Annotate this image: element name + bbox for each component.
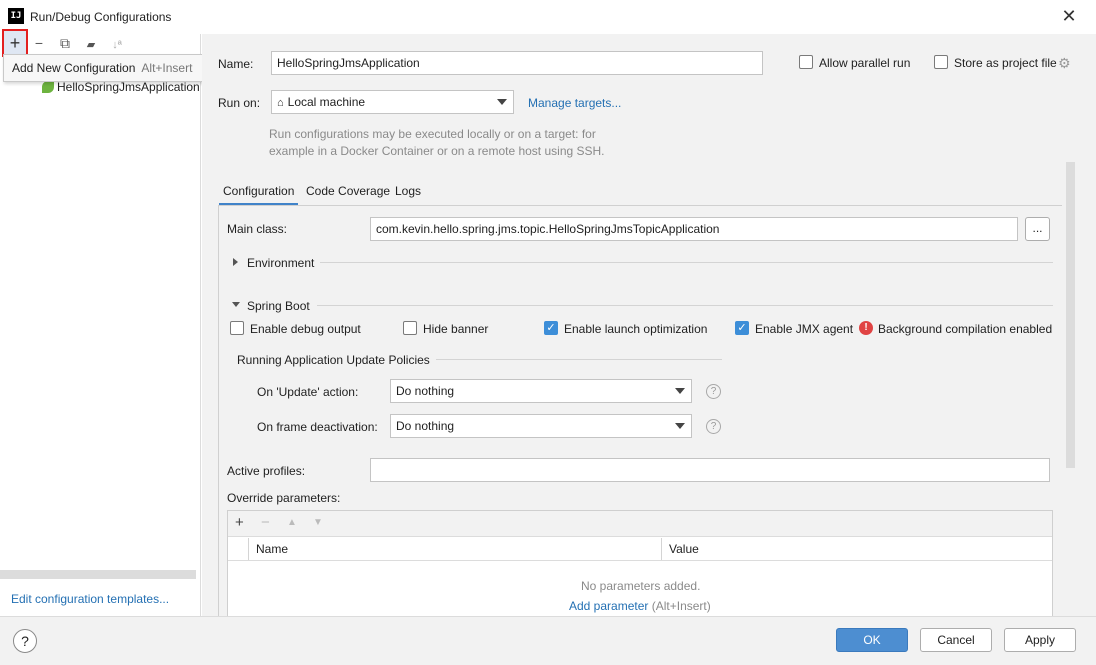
tab-logs[interactable]: Logs <box>395 184 421 198</box>
copy-configuration-button[interactable]: ⧉ <box>54 33 76 53</box>
sort-icon: ↓ª <box>112 39 122 51</box>
remove-configuration-button[interactable]: − <box>28 33 50 53</box>
enable-debug-output-label: Enable debug output <box>250 322 361 336</box>
environment-divider <box>320 262 1053 263</box>
chevron-down-icon <box>675 388 685 394</box>
chevron-down-icon <box>497 99 507 105</box>
background-compilation-label: Background compilation enabled <box>878 322 1053 336</box>
enable-debug-output-checkbox[interactable] <box>230 321 244 335</box>
store-as-project-file-checkbox[interactable] <box>934 55 948 69</box>
error-icon: ! <box>859 321 873 335</box>
no-parameters-text: No parameters added. <box>581 579 701 593</box>
minus-icon: − <box>34 35 44 51</box>
tab-code-coverage[interactable]: Code Coverage <box>306 184 390 198</box>
on-frame-deactivation-select[interactable]: Do nothing <box>390 414 692 438</box>
environment-section-label[interactable]: Environment <box>247 256 314 270</box>
add-configuration-button[interactable]: + <box>2 29 28 57</box>
run-on-value: Local machine <box>287 95 366 109</box>
on-update-action-value: Do nothing <box>396 384 455 398</box>
on-update-action-select[interactable]: Do nothing <box>390 379 692 403</box>
active-profiles-label: Active profiles: <box>227 464 306 478</box>
close-icon[interactable]: ✕ <box>1058 6 1080 28</box>
name-field[interactable]: HelloSpringJmsApplication <box>271 51 763 75</box>
help-button[interactable]: ? <box>13 629 37 653</box>
column-divider <box>248 538 249 560</box>
manage-targets-link[interactable]: Manage targets... <box>528 96 621 110</box>
home-icon: ⌂ <box>277 97 284 109</box>
move-down-button[interactable]: ▼ <box>313 517 323 528</box>
parameters-toolbar <box>228 511 1052 537</box>
expand-environment-icon[interactable] <box>233 258 238 266</box>
left-horizontal-scrollbar[interactable] <box>0 570 196 579</box>
apply-button[interactable]: Apply <box>1004 628 1076 652</box>
move-into-folder-button[interactable]: ▰ <box>80 33 102 53</box>
main-class-field[interactable]: com.kevin.hello.spring.jms.topic.HelloSp… <box>370 217 1018 241</box>
enable-launch-optimization-checkbox[interactable]: ✓ <box>544 321 558 335</box>
enable-jmx-agent-label: Enable JMX agent <box>755 322 854 336</box>
spring-boot-section-label[interactable]: Spring Boot <box>247 299 310 313</box>
active-profiles-field[interactable] <box>370 458 1050 482</box>
column-header-value[interactable]: Value <box>669 542 699 556</box>
copy-icon: ⧉ <box>60 35 70 51</box>
help-icon[interactable]: ? <box>706 384 721 399</box>
override-parameters-label: Override parameters: <box>227 491 341 505</box>
tab-configuration[interactable]: Configuration <box>219 184 299 206</box>
run-on-select[interactable]: ⌂ Local machine <box>271 90 514 114</box>
move-up-button[interactable]: ▲ <box>287 517 297 528</box>
browse-main-class-button[interactable]: ... <box>1025 217 1050 241</box>
on-frame-deactivation-value: Do nothing <box>396 419 455 433</box>
add-parameter-shortcut: (Alt+Insert) <box>651 599 711 613</box>
hide-banner-label: Hide banner <box>423 322 489 336</box>
spring-boot-icon <box>42 81 54 93</box>
folder-icon: ▰ <box>86 39 96 51</box>
hide-banner-checkbox[interactable] <box>403 321 417 335</box>
add-parameter-link[interactable]: Add parameter <box>569 599 648 613</box>
enable-jmx-agent-checkbox[interactable]: ✓ <box>735 321 749 335</box>
column-divider <box>661 538 662 560</box>
gear-icon[interactable]: ⚙ <box>1058 55 1071 72</box>
ok-button[interactable]: OK <box>836 628 908 652</box>
spring-boot-divider <box>317 305 1053 306</box>
allow-parallel-run-checkbox[interactable] <box>799 55 813 69</box>
cancel-button[interactable]: Cancel <box>920 628 992 652</box>
name-label: Name: <box>218 57 254 71</box>
column-header-name[interactable]: Name <box>256 542 288 556</box>
add-configuration-tooltip: Add New Configuration Alt+Insert <box>3 54 207 82</box>
tooltip-shortcut: Alt+Insert <box>141 61 193 75</box>
vertical-scrollbar[interactable] <box>1066 162 1075 468</box>
enable-launch-optimization-label: Enable launch optimization <box>564 322 708 336</box>
add-parameter-button[interactable]: + <box>235 514 244 531</box>
add-parameter-row: Add parameter (Alt+Insert) <box>569 599 711 613</box>
window-title: Run/Debug Configurations <box>30 10 172 24</box>
tree-item-hellospringjmsapplication[interactable]: HelloSpringJmsApplication <box>42 80 200 97</box>
remove-parameter-button[interactable]: − <box>261 514 270 531</box>
run-on-label: Run on: <box>218 96 261 110</box>
edit-configuration-templates-link[interactable]: Edit configuration templates... <box>11 592 169 606</box>
update-policies-divider <box>436 359 722 360</box>
on-frame-deactivation-label: On frame deactivation: <box>257 420 378 434</box>
parameters-table-header <box>228 537 1052 561</box>
configurations-tree-panel <box>0 34 201 616</box>
run-on-hint-line1: Run configurations may be executed local… <box>269 127 596 141</box>
run-on-hint-line2: example in a Docker Container or on a re… <box>269 144 605 158</box>
collapse-spring-boot-icon[interactable] <box>232 302 240 307</box>
chevron-down-icon <box>675 423 685 429</box>
help-icon[interactable]: ? <box>706 419 721 434</box>
tree-item-label: HelloSpringJmsApplication <box>57 80 200 94</box>
allow-parallel-run-label: Allow parallel run <box>819 56 911 70</box>
on-update-action-label: On 'Update' action: <box>257 385 359 399</box>
store-as-project-file-label: Store as project file <box>954 56 1057 70</box>
main-class-label: Main class: <box>227 222 288 236</box>
update-policies-label: Running Application Update Policies <box>237 353 430 367</box>
intellij-app-icon: IJ <box>8 8 24 24</box>
tooltip-label: Add New Configuration <box>12 61 136 75</box>
sort-configurations-button[interactable]: ↓ª <box>106 33 128 53</box>
